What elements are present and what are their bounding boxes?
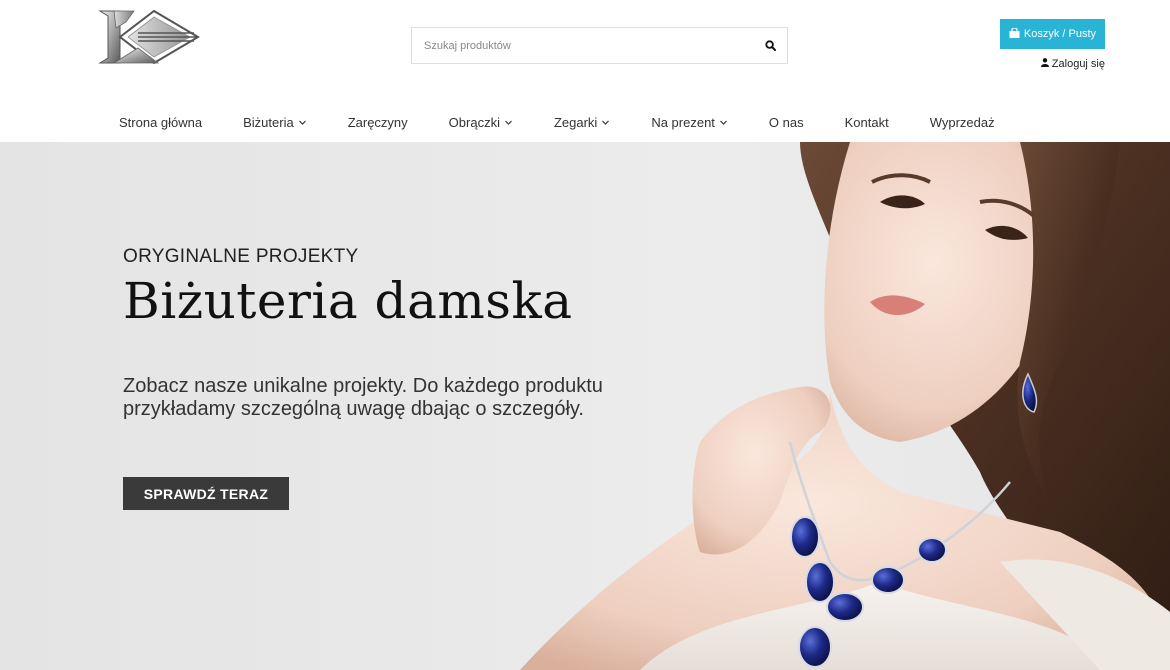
nav-item-bizuteria[interactable]: Biżuteria	[243, 115, 307, 130]
nav-item-label: Wyprzedaż	[929, 114, 995, 130]
nav-item-label: Strona główna	[119, 114, 203, 130]
search-bar	[411, 27, 788, 64]
nav-item-zegarki[interactable]: Zegarki	[554, 115, 610, 130]
nav-item-kontakt[interactable]: Kontakt	[845, 115, 889, 130]
nav-item-label: Obrączki	[448, 114, 500, 130]
site-header: Koszyk / Pusty Zaloguj się Strona główna…	[0, 0, 1170, 142]
chevron-down-icon	[298, 120, 306, 125]
nav-item-label: Na prezent	[651, 114, 715, 130]
search-input[interactable]	[412, 28, 753, 63]
login-link[interactable]: Zaloguj się	[1040, 58, 1105, 70]
nav-item-label: O nas	[768, 114, 804, 130]
nav-item-obraczki[interactable]: Obrączki	[449, 115, 513, 130]
nav-item-label: Zegarki	[553, 114, 598, 130]
check-now-button[interactable]: SPRAWDŹ TERAZ	[123, 477, 289, 510]
nav-item-home[interactable]: Strona główna	[119, 115, 202, 130]
chevron-down-icon	[505, 120, 512, 125]
nav-item-label: Zaręczyny	[347, 114, 408, 130]
cart-button[interactable]: Koszyk / Pusty	[1000, 19, 1105, 49]
nav-item-o-nas[interactable]: O nas	[769, 115, 804, 130]
main-nav: Strona główna Biżuteria Zaręczyny Obrącz…	[119, 111, 995, 133]
nav-item-na-prezent[interactable]: Na prezent	[651, 115, 728, 130]
hero-banner: ORYGINALNE PROJEKTY Biżuteria damska Zob…	[0, 142, 1170, 670]
hero-description: Zobacz nasze unikalne projekty. Do każde…	[123, 375, 603, 420]
hero-subtitle: ORYGINALNE PROJEKTY	[123, 246, 359, 267]
nav-item-label: Biżuteria	[243, 114, 294, 130]
cart-label: Koszyk / Pusty	[1023, 28, 1097, 40]
nav-item-zareczyny[interactable]: Zaręczyny	[348, 115, 408, 130]
chevron-down-icon	[602, 120, 610, 125]
hero-title: Biżuteria damska	[123, 272, 573, 330]
nav-item-wyprzedaz[interactable]: Wyprzedaż	[930, 115, 995, 130]
login-label: Zaloguj się	[1051, 58, 1105, 70]
shopping-bag-icon	[1009, 26, 1020, 41]
nav-item-label: Kontakt	[844, 114, 889, 130]
user-icon	[1040, 58, 1049, 70]
chevron-down-icon	[719, 120, 727, 125]
search-icon[interactable]	[753, 28, 787, 63]
logo[interactable]	[98, 8, 200, 66]
